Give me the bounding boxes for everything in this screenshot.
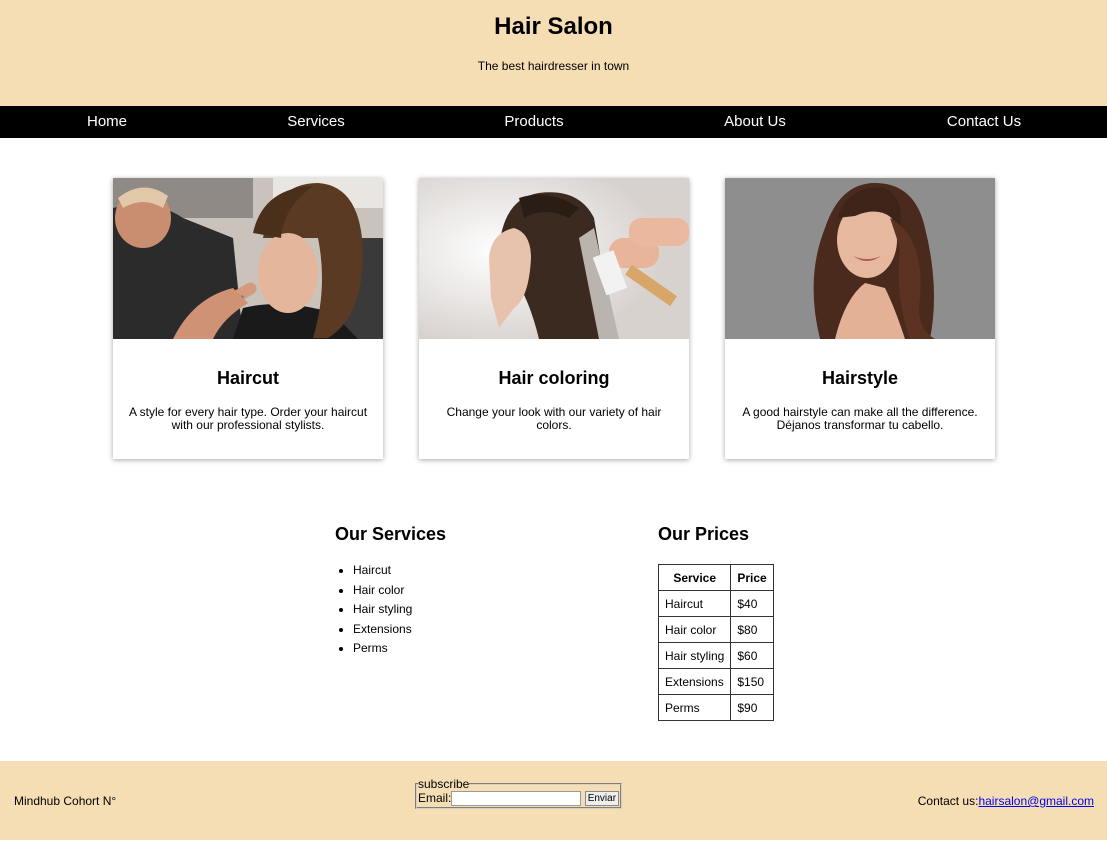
cell-service: Hair styling xyxy=(657,642,732,669)
nav-services[interactable]: Services xyxy=(287,113,345,130)
card-haircut: Haircut A style for every hair type. Ord… xyxy=(113,178,383,459)
services-title: Our Services xyxy=(335,524,447,544)
cell-price: $90 xyxy=(730,694,774,721)
site-header: Hair Salon The best hairdresser in town xyxy=(0,0,1107,106)
services-list: Haircut Hair color Hair styling Extensio… xyxy=(335,561,412,659)
list-item: Haircut xyxy=(353,561,412,581)
prices-title: Our Prices xyxy=(658,524,750,544)
site-tagline: The best hairdresser in town xyxy=(477,59,630,73)
header-price: Price xyxy=(730,564,774,591)
cell-price: $60 xyxy=(730,642,774,669)
hair-coloring-photo xyxy=(419,178,689,339)
subscribe-legend: subscribe xyxy=(418,777,470,791)
table-row: Perms $90 xyxy=(657,694,774,721)
nav-contact-us[interactable]: Contact Us xyxy=(947,113,1021,130)
nav-home[interactable]: Home xyxy=(87,113,127,130)
email-field[interactable] xyxy=(451,791,582,807)
cell-service: Perms xyxy=(657,694,732,721)
table-row: Hair styling $60 xyxy=(657,642,774,669)
cell-service: Extensions xyxy=(657,668,732,695)
header-service: Service xyxy=(657,564,732,591)
submit-button[interactable]: Enviar xyxy=(584,791,620,807)
list-item: Extensions xyxy=(353,620,412,640)
card-title: Haircut xyxy=(216,368,279,388)
card-description: A style for every hair type. Order your … xyxy=(128,405,368,432)
main-nav: Home Services Products About Us Contact … xyxy=(0,106,1107,138)
card-title: Hairstyle xyxy=(821,368,899,388)
haircut-photo xyxy=(113,178,383,339)
nav-about-us[interactable]: About Us xyxy=(724,113,786,130)
cell-service: Hair color xyxy=(657,616,732,643)
footer-contact: Contact us:hairsalon@gmail.com xyxy=(918,794,1094,808)
cell-price: $150 xyxy=(730,668,774,695)
contact-label: Contact us: xyxy=(917,794,979,808)
table-header-row: Service Price xyxy=(657,564,774,591)
hairstyle-photo xyxy=(725,178,995,339)
cell-service: Haircut xyxy=(657,590,732,617)
table-row: Extensions $150 xyxy=(657,668,774,695)
nav-products[interactable]: Products xyxy=(504,113,563,130)
site-title: Hair Salon xyxy=(494,13,613,40)
table-row: Haircut $40 xyxy=(657,590,774,617)
list-item: Hair styling xyxy=(353,600,412,620)
list-item: Hair color xyxy=(353,581,412,601)
card-title: Hair coloring xyxy=(498,368,610,388)
card-description: A good hairstyle can make all the differ… xyxy=(742,405,978,432)
card-hairstyle: Hairstyle A good hairstyle can make all … xyxy=(725,178,995,459)
list-item: Perms xyxy=(353,639,412,659)
contact-email-link[interactable]: hairsalon@gmail.com xyxy=(978,794,1094,808)
card-description: Change your look with our variety of hai… xyxy=(446,405,662,432)
table-row: Hair color $80 xyxy=(657,616,774,643)
subscribe-form: subscribe Email: Enviar xyxy=(415,777,623,810)
footer-cohort-text: Mindhub Cohort N° xyxy=(14,794,117,808)
prices-table: Service Price Haircut $40 Hair color $80… xyxy=(657,564,774,721)
email-label: Email: xyxy=(418,791,452,805)
cell-price: $80 xyxy=(730,616,774,643)
site-footer: Mindhub Cohort N° subscribe Email: Envia… xyxy=(0,761,1107,840)
cell-price: $40 xyxy=(730,590,774,617)
card-hair-coloring: Hair coloring Change your look with our … xyxy=(419,178,689,459)
